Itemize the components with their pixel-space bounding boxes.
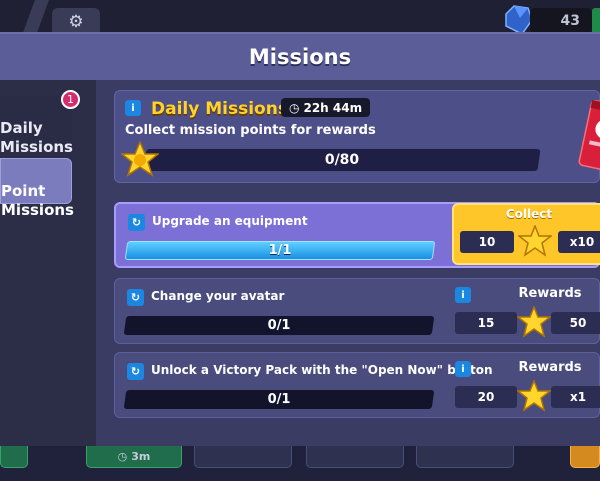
tab-point-missions[interactable]: Point Missions: [0, 158, 74, 219]
modal-title: Missions: [248, 45, 352, 69]
refresh-icon[interactable]: ↻: [127, 289, 144, 306]
mission-pack-icon: [578, 99, 600, 173]
star-icon: [121, 141, 159, 177]
daily-progress-text: 0/80: [324, 152, 360, 168]
bottom-button[interactable]: [0, 446, 28, 468]
bottom-button[interactable]: [570, 446, 600, 468]
timer-text: 22h 44m: [303, 100, 363, 115]
rewards-label: Rewards: [518, 286, 582, 301]
clock-icon: ◷: [117, 450, 128, 463]
missions-modal: Missions Daily Missions 1 Point Missions…: [0, 32, 600, 446]
mission-row: ↻ Change your avatar 0/1 i Rewards 15 50: [114, 278, 600, 344]
refresh-icon[interactable]: ↻: [127, 363, 144, 380]
tab-daily-label: Daily Missions: [0, 119, 73, 156]
info-icon[interactable]: i: [125, 100, 141, 116]
bottom-button[interactable]: [194, 446, 292, 468]
bottom-timer-text: 3m: [131, 450, 151, 463]
gem-counter: 43: [530, 8, 592, 34]
reward-amount: 50: [551, 312, 600, 334]
reward-multiplier: x1: [551, 386, 600, 408]
star-icon: [517, 380, 551, 412]
collect-label: Collect: [505, 207, 553, 221]
info-icon[interactable]: i: [455, 287, 471, 303]
info-icon[interactable]: i: [455, 361, 471, 377]
add-gems-button[interactable]: [592, 8, 600, 34]
modal-header: Missions: [0, 34, 600, 80]
refresh-icon[interactable]: ↻: [128, 214, 145, 231]
mission-progress-text: 0/1: [267, 318, 291, 333]
daily-missions-title: Daily Missions: [151, 99, 288, 119]
points-value: 20: [455, 386, 517, 408]
mission-label: Change your avatar: [151, 289, 285, 303]
points-value: 10: [460, 231, 514, 253]
star-icon: [517, 306, 551, 338]
reset-timer: ◷ 22h 44m: [281, 98, 371, 117]
star-icon: [518, 225, 552, 257]
gear-icon: ⚙: [68, 12, 84, 32]
mission-label: Upgrade an equipment: [152, 214, 308, 228]
badge-count: 1: [67, 93, 74, 106]
daily-subtitle: Collect mission points for rewards: [125, 123, 376, 138]
collect-button[interactable]: Collect 10 x10: [452, 203, 600, 265]
tab-point-label: Point Missions: [1, 182, 74, 219]
gem-count: 43: [560, 13, 580, 29]
reward-multiplier: x10: [558, 231, 600, 253]
clock-icon: ◷: [289, 100, 300, 115]
mission-row: ↻ Unlock a Victory Pack with the "Open N…: [114, 352, 600, 418]
rewards-label: Rewards: [518, 360, 582, 375]
mission-progress-text: 1/1: [268, 243, 292, 258]
mission-label: Unlock a Victory Pack with the "Open Now…: [151, 363, 493, 377]
bottom-bar: ◷ 3m: [0, 446, 600, 481]
points-value: 15: [455, 312, 517, 334]
timer-button[interactable]: ◷ 3m: [86, 446, 182, 468]
mission-progress-text: 0/1: [267, 392, 291, 407]
mission-row: ↻ Upgrade an equipment 1/1 Collect 10 x1…: [114, 202, 600, 268]
bottom-button[interactable]: [306, 446, 404, 468]
missions-content: i Daily Missions ◷ 22h 44m Collect missi…: [96, 80, 600, 446]
notification-badge: 1: [61, 90, 80, 109]
daily-missions-panel: i Daily Missions ◷ 22h 44m Collect missi…: [114, 90, 600, 183]
bottom-button[interactable]: [416, 446, 514, 468]
modal-body: Daily Missions 1 Point Missions i Daily …: [0, 80, 600, 446]
